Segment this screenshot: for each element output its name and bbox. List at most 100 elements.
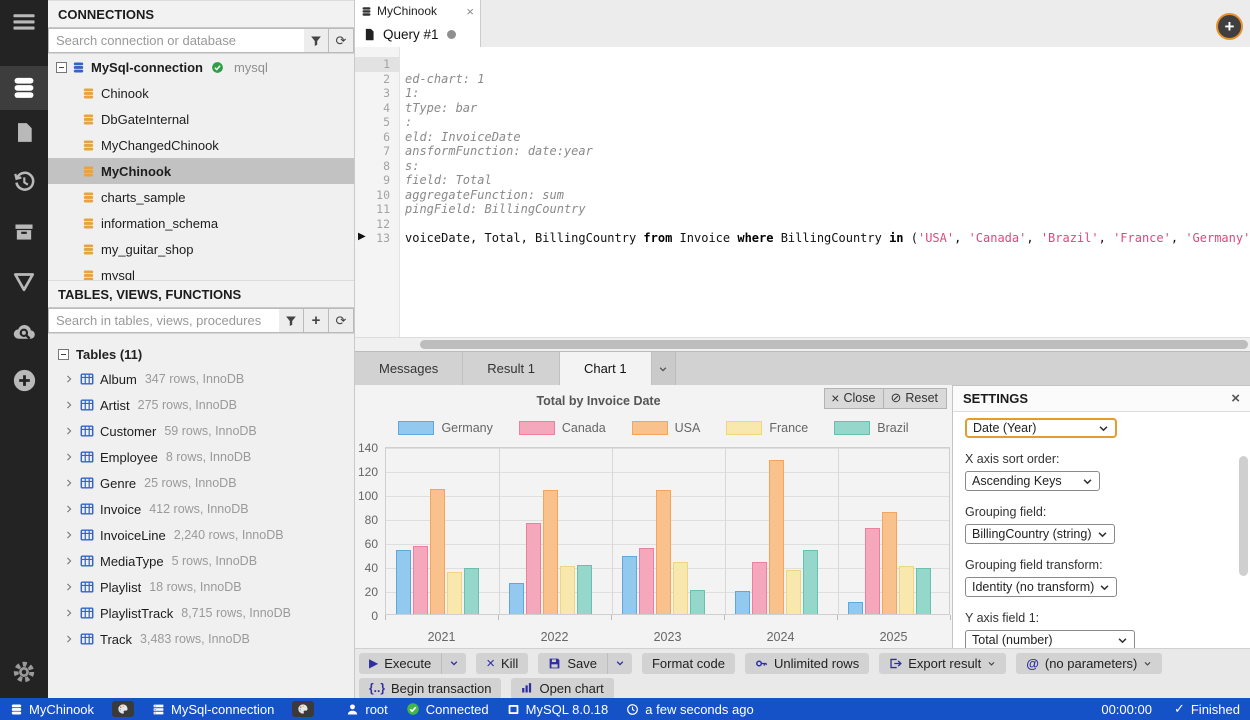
bar-france-2021 [447,572,462,614]
filter-triangle-icon[interactable] [0,260,48,304]
expand-chevron-icon[interactable] [64,634,74,644]
table-row-employee[interactable]: Employee8 rows, InnoDB [48,444,354,470]
connections-search-input[interactable] [48,28,304,53]
table-row-customer[interactable]: Customer59 rows, InnoDB [48,418,354,444]
settings-scrollbar-thumb[interactable] [1239,456,1248,576]
database-icon[interactable] [0,66,48,110]
chart-reset-button[interactable]: ⊘Reset [884,388,947,409]
table-row-track[interactable]: Track3,483 rows, InnoDB [48,626,354,652]
expand-chevron-icon[interactable] [64,374,74,384]
table-row-playlist[interactable]: Playlist18 rows, InnoDB [48,574,354,600]
tables-refresh-button[interactable]: ⟳ [329,308,354,333]
format-code-button[interactable]: Format code [642,653,735,674]
execute-button[interactable]: ▶Execute [359,653,442,674]
export-result-button[interactable]: Export result [879,653,1006,674]
database-item-mychinook[interactable]: MyChinook [48,158,354,184]
cloud-search-icon[interactable] [0,310,48,354]
table-row-invoiceline[interactable]: InvoiceLine2,240 rows, InnoDB [48,522,354,548]
open-chart-button[interactable]: Open chart [511,678,613,699]
tables-search-input[interactable] [48,308,279,333]
settings-gear-icon[interactable] [0,654,48,690]
scrollbar-thumb[interactable] [420,340,1248,349]
new-tab-button[interactable]: + [1216,13,1243,40]
legend-item-usa[interactable]: USA [632,421,701,435]
editor-code[interactable]: ed-chart: 11:tType: bar:eld: InvoiceDate… [400,47,1250,337]
expand-chevron-icon[interactable] [64,582,74,592]
expand-chevron-icon[interactable] [64,608,74,618]
expand-chevron-icon[interactable] [64,478,74,488]
database-item-mychangedchinook[interactable]: MyChangedChinook [48,132,354,158]
statement-play-marker-icon[interactable]: ▶ [358,231,366,242]
chart-close-button[interactable]: ×Close [824,388,884,409]
bar-brazil-2023 [690,590,705,614]
collapse-box-icon[interactable] [56,62,67,73]
unlimited-rows-button[interactable]: Unlimited rows [745,653,869,674]
kill-button[interactable]: ×Kill [476,653,528,674]
settings-close-icon[interactable]: × [1231,390,1240,407]
tab-query-1[interactable]: Query #1 [355,22,481,47]
archive-icon[interactable] [0,210,48,254]
editor-horizontal-scrollbar[interactable] [355,337,1250,351]
database-item-chinook[interactable]: Chinook [48,80,354,106]
table-row-playlisttrack[interactable]: PlaylistTrack8,715 rows, InnoDB [48,600,354,626]
file-icon[interactable] [0,110,48,154]
expand-chevron-icon[interactable] [64,400,74,410]
close-tab-icon[interactable]: × [466,4,474,19]
expand-chevron-icon[interactable] [64,504,74,514]
menu-icon[interactable] [0,0,48,44]
add-circle-icon[interactable] [0,358,48,402]
play-icon: ▶ [369,656,378,670]
table-row-invoice[interactable]: Invoice412 rows, InnoDB [48,496,354,522]
collapse-box-icon[interactable] [58,349,69,360]
tables-filter-button[interactable] [279,308,304,333]
tables-add-button[interactable]: + [304,308,329,333]
database-item-information_schema[interactable]: information_schema [48,210,354,236]
execute-dropdown-button[interactable] [442,653,466,674]
database-item-mysql[interactable]: mysql [48,262,354,280]
settings-select-2[interactable]: BillingCountry (string) [965,524,1115,544]
legend-item-france[interactable]: France [726,421,808,435]
sql-editor[interactable]: 12345678910111213▶ ed-chart: 11:tType: b… [355,47,1250,337]
table-row-album[interactable]: Album347 rows, InnoDB [48,366,354,392]
settings-select-0[interactable]: Date (Year) [965,418,1117,438]
statusbar-connection[interactable]: MySql-connection [152,702,274,717]
connections-refresh-button[interactable]: ⟳ [329,28,354,53]
legend-item-brazil[interactable]: Brazil [834,421,908,435]
expand-chevron-icon[interactable] [64,556,74,566]
result-tabs-dropdown-button[interactable] [652,352,676,385]
settings-select-1[interactable]: Ascending Keys [965,471,1100,491]
statusbar-database[interactable]: MyChinook [10,702,94,717]
y-tick-label: 120 [355,465,378,479]
result-tab-chart-1[interactable]: Chart 1 [560,352,652,385]
legend-item-germany[interactable]: Germany [398,421,492,435]
expand-chevron-icon[interactable] [64,426,74,436]
connection-color-palette-button[interactable] [292,701,314,717]
settings-select-4[interactable]: Total (number) [965,630,1135,648]
history-icon[interactable] [0,160,48,204]
begin-transaction-button[interactable]: {..}Begin transaction [359,678,501,699]
legend-item-canada[interactable]: Canada [519,421,606,435]
table-row-genre[interactable]: Genre25 rows, InnoDB [48,470,354,496]
database-item-my_guitar_shop[interactable]: my_guitar_shop [48,236,354,262]
tables-group-row[interactable]: Tables (11) [48,342,354,366]
tab-database-mychinook[interactable]: MyChinook × [355,0,481,22]
expand-chevron-icon[interactable] [64,452,74,462]
database-color-palette-button[interactable] [112,701,134,717]
table-row-mediatype[interactable]: MediaType5 rows, InnoDB [48,548,354,574]
connections-filter-button[interactable] [304,28,329,53]
save-dropdown-button[interactable] [608,653,632,674]
database-item-dbgateinternal[interactable]: DbGateInternal [48,106,354,132]
save-button[interactable]: Save [538,653,608,674]
settings-select-3[interactable]: Identity (no transform) [965,577,1117,597]
parameters-button[interactable]: @(no parameters) [1016,653,1162,674]
code-line-9: field: Total [405,173,1250,188]
expand-chevron-icon[interactable] [64,530,74,540]
table-icon [80,502,94,516]
result-tab-result-1[interactable]: Result 1 [463,352,560,385]
result-tab-messages[interactable]: Messages [355,352,463,385]
x-tick-label-2022: 2022 [498,624,611,644]
database-item-charts_sample[interactable]: charts_sample [48,184,354,210]
connection-root-item[interactable]: MySql-connectionmysql [48,54,354,80]
x-axis-tick [724,615,725,620]
table-row-artist[interactable]: Artist275 rows, InnoDB [48,392,354,418]
